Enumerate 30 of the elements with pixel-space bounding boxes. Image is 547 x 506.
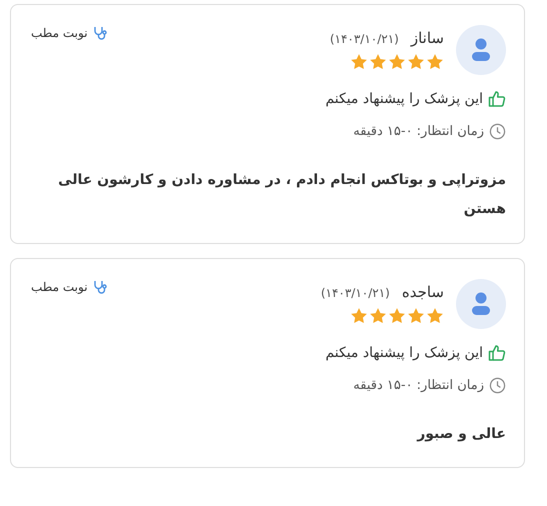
star-icon xyxy=(426,306,444,325)
reviewer-name: ساجده xyxy=(402,282,444,301)
stethoscope-icon xyxy=(92,25,108,41)
review-date: (۱۴۰۳/۱۰/۲۱) xyxy=(330,32,399,46)
visit-type: نوبت مطب xyxy=(31,26,88,40)
stethoscope-icon xyxy=(92,278,108,295)
star-icon xyxy=(350,53,368,71)
clock-icon xyxy=(489,376,506,394)
visit-type: نوبت مطب xyxy=(31,280,88,294)
avatar-icon xyxy=(456,25,506,75)
wait-time: زمان انتظار: ۰-۱۵ دقیقه xyxy=(353,378,484,393)
star-icon xyxy=(388,306,406,325)
star-icon xyxy=(369,306,387,325)
thumbs-up-icon xyxy=(488,90,506,108)
review-comment: عالی و صبور xyxy=(416,424,506,444)
thumbs-up-icon xyxy=(488,344,506,362)
star-icon xyxy=(388,53,406,71)
clock-icon xyxy=(489,123,506,140)
wait-time: زمان انتظار: ۰-۱۵ دقیقه xyxy=(353,124,484,139)
star-icon xyxy=(407,53,425,71)
star-icon xyxy=(407,306,425,325)
star-icon xyxy=(369,53,387,71)
star-icon xyxy=(350,306,368,325)
review-date: (۱۴۰۳/۱۰/۲۱) xyxy=(320,286,390,300)
avatar-icon xyxy=(456,278,506,329)
recommendation-text: این پزشک را پیشنهاد میکنم xyxy=(325,91,483,107)
star-icon xyxy=(426,53,444,71)
recommendation-text: این پزشک را پیشنهاد میکنم xyxy=(325,344,483,361)
review-comment: مزوتراپی و بوتاکس انجام دادم ، در مشاوره دادن و کارشون عالی هستن xyxy=(57,171,506,220)
reviewer-name: ساناز xyxy=(410,29,444,47)
